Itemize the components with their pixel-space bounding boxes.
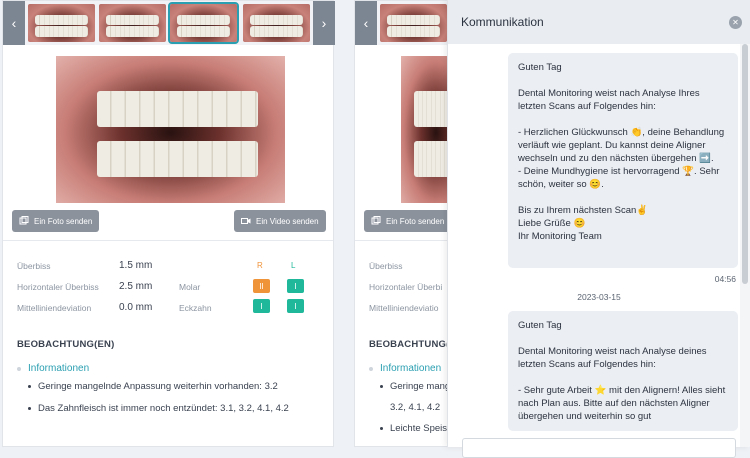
observations-title: BEOBACHTUNG(EN) (17, 339, 115, 350)
photo-thumbnail[interactable] (28, 4, 95, 42)
thumbnail-strip: ‹ › (3, 1, 335, 45)
info-heading-label: Informationen (380, 363, 442, 374)
observation-item: Das Zahnfleisch ist immer noch entzündet… (28, 403, 289, 414)
observation-text: Leichte Speis (390, 423, 448, 434)
observation-item: Leichte Speis (380, 423, 447, 434)
divider (3, 240, 333, 241)
message-time: 04:56 (714, 274, 736, 284)
video-icon (241, 218, 251, 224)
send-photo-label: Ein Foto senden (34, 216, 93, 226)
canine-label: Eckzahn (179, 303, 212, 313)
overbite-value: 1.5 mm (119, 260, 153, 271)
observation-item: Geringe mangelnde Anpassung weiterhin vo… (28, 381, 278, 392)
observation-text-cont: 3.2, 4.1, 4.2 (390, 402, 441, 413)
panel-title: Kommunikation (461, 15, 544, 29)
molar-label: Molar (179, 282, 201, 292)
send-photo-button[interactable]: Ein Foto senden (364, 210, 452, 232)
photo-thumbnail[interactable] (99, 4, 166, 42)
close-icon[interactable]: ✕ (729, 16, 742, 29)
prev-icon[interactable]: ‹ (3, 1, 25, 45)
send-photo-label: Ein Foto senden (386, 216, 445, 226)
send-video-label: Ein Video senden (256, 216, 319, 226)
overbite-label: Überbiss (369, 261, 403, 271)
prev-icon[interactable]: ‹ (355, 1, 377, 45)
photos-icon (371, 216, 381, 225)
photo-thumbnail-selected[interactable] (168, 2, 239, 44)
communication-panel: Kommunikation ✕ Guten Tag Dental Monitor… (447, 0, 750, 458)
midline-value: 0.0 mm (119, 302, 153, 313)
photos-icon (19, 216, 29, 225)
message-bubble: Guten Tag Dental Monitoring weist nach A… (508, 311, 738, 431)
message-bubble: Guten Tag Dental Monitoring weist nach A… (508, 53, 738, 268)
overjet-label: Horizontaler Überbiss (17, 282, 99, 292)
scan-card-1: ‹ › Ein Foto senden Ein Video senden Übe… (2, 0, 335, 447)
observation-text: Geringe mangelnde Anpassung weiterhin vo… (38, 381, 278, 392)
overjet-label: Horizontaler Überbi (369, 282, 443, 292)
canine-left-badge: I (287, 299, 304, 313)
info-heading-label: Informationen (28, 363, 90, 374)
panel-header: Kommunikation ✕ (448, 0, 750, 44)
molar-left-badge: I (287, 279, 304, 293)
info-heading[interactable]: Informationen (17, 363, 89, 374)
overjet-value: 2.5 mm (119, 281, 153, 292)
date-separator: 2023-03-15 (577, 292, 621, 302)
message-input[interactable] (462, 438, 736, 458)
photo-thumbnail[interactable] (243, 4, 310, 42)
observation-item: Geringe mangel (380, 381, 458, 392)
send-photo-button[interactable]: Ein Foto senden (12, 210, 100, 232)
overbite-label: Überbiss (17, 261, 51, 271)
observation-text: Das Zahnfleisch ist immer noch entzündet… (38, 403, 289, 414)
info-heading[interactable]: Informationen (369, 363, 441, 374)
molar-right-badge: II (253, 279, 270, 293)
send-video-button[interactable]: Ein Video senden (234, 210, 326, 232)
bullet-dot-icon (17, 366, 21, 371)
next-icon[interactable]: › (313, 1, 335, 45)
midline-label: Mittelliniendeviation (17, 303, 92, 313)
canine-right-badge: I (253, 299, 270, 313)
main-photo[interactable] (56, 56, 285, 203)
left-column-header: L (291, 261, 296, 270)
midline-label: Mittelliniendeviatio (369, 303, 439, 313)
scrollbar[interactable] (740, 44, 750, 447)
right-column-header: R (257, 261, 263, 270)
photo-thumbnail[interactable] (380, 4, 447, 42)
bullet-dot-icon (369, 366, 373, 371)
